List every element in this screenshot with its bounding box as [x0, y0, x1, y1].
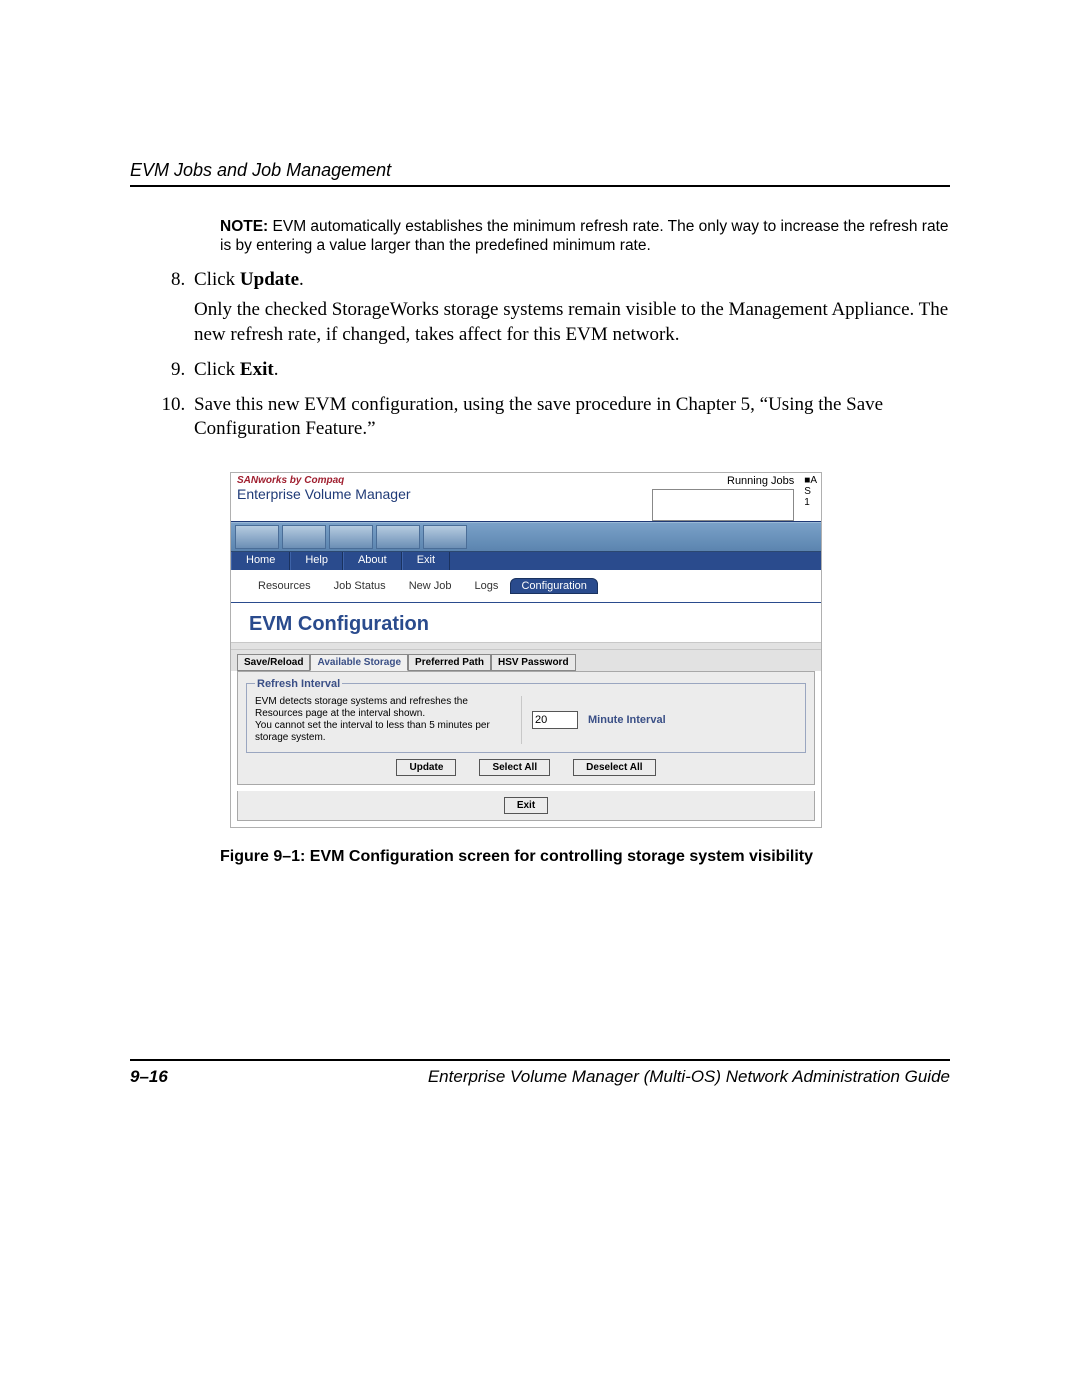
footer-row: 9–16 Enterprise Volume Manager (Multi-OS…	[130, 1067, 950, 1087]
tab-resources[interactable]: Resources	[247, 578, 322, 594]
subtab-available-storage[interactable]: Available Storage	[310, 654, 408, 671]
pane-title: EVM Configuration	[231, 602, 821, 642]
corner-l3: 1	[804, 497, 817, 508]
corner-l2: S	[804, 486, 817, 497]
menu-exit[interactable]: Exit	[402, 552, 450, 570]
exit-box: Exit	[237, 791, 815, 821]
step-9: Click Exit.	[190, 358, 950, 383]
exit-row: Exit	[238, 791, 814, 820]
interval-label: Minute Interval	[588, 714, 666, 726]
tab-new-job[interactable]: New Job	[398, 578, 463, 594]
exit-button[interactable]: Exit	[504, 797, 548, 814]
page: EVM Jobs and Job Management NOTE: EVM au…	[0, 0, 1080, 1397]
step-8: Click Update. Only the checked StorageWo…	[190, 268, 950, 348]
refresh-legend: Refresh Interval	[255, 678, 342, 690]
brand-line1: SANworks by Compaq	[237, 475, 411, 486]
step-list: Click Update. Only the checked StorageWo…	[190, 268, 950, 442]
tab-job-status[interactable]: Job Status	[323, 578, 397, 594]
note-text: EVM automatically establishes the minimu…	[220, 218, 949, 254]
corner-l1: ■A	[804, 475, 817, 486]
brand-line2: Enterprise Volume Manager	[237, 486, 411, 502]
menu-bar: Home Help About Exit	[231, 552, 821, 570]
footer: 9–16 Enterprise Volume Manager (Multi-OS…	[130, 1059, 950, 1087]
button-row: Update Select All Deselect All	[246, 753, 806, 776]
step-8-sub: Only the checked StorageWorks storage sy…	[194, 298, 950, 347]
step-8-bold: Update	[240, 269, 299, 290]
select-all-button[interactable]: Select All	[479, 759, 550, 776]
config-subtabs: Save/ReloadAvailable StoragePreferred Pa…	[231, 650, 821, 671]
subtab-preferred-path[interactable]: Preferred Path	[408, 654, 491, 671]
running-jobs-box	[652, 489, 794, 521]
brand-block: SANworks by Compaq Enterprise Volume Man…	[231, 473, 417, 502]
subtab-hsv-password[interactable]: HSV Password	[491, 654, 576, 671]
step-8-text-a: Click	[194, 269, 240, 290]
shot-top-bar: SANworks by Compaq Enterprise Volume Man…	[231, 473, 821, 522]
note-label: NOTE:	[220, 218, 268, 235]
refresh-description: EVM detects storage systems and refreshe…	[255, 696, 522, 744]
refresh-row: EVM detects storage systems and refreshe…	[255, 696, 797, 744]
running-jobs-block: Running Jobs	[652, 473, 800, 521]
menu-home[interactable]: Home	[231, 552, 290, 570]
step-10: Save this new EVM configuration, using t…	[190, 393, 950, 442]
deselect-all-button[interactable]: Deselect All	[573, 759, 655, 776]
footer-rule	[130, 1059, 950, 1061]
tab-logs[interactable]: Logs	[464, 578, 510, 594]
subtab-save-reload[interactable]: Save/Reload	[237, 654, 310, 671]
divider	[231, 642, 821, 650]
step-9-bold: Exit	[240, 359, 274, 380]
figure-caption: Figure 9–1: EVM Configuration screen for…	[220, 848, 950, 866]
update-button[interactable]: Update	[396, 759, 456, 776]
interval-input[interactable]	[532, 711, 578, 729]
menu-about[interactable]: About	[343, 552, 402, 570]
menu-help[interactable]: Help	[290, 552, 343, 570]
page-number: 9–16	[130, 1067, 168, 1087]
running-jobs-label: Running Jobs	[727, 475, 794, 487]
embedded-screenshot: SANworks by Compaq Enterprise Volume Man…	[230, 472, 822, 828]
corner-symbols: ■A S 1	[800, 473, 821, 508]
step-9-text-c: .	[274, 359, 279, 380]
footer-doc-title: Enterprise Volume Manager (Multi-OS) Net…	[428, 1067, 950, 1087]
header-rule	[130, 185, 950, 187]
refresh-interval-fieldset: Refresh Interval EVM detects storage sys…	[246, 678, 806, 753]
running-header: EVM Jobs and Job Management	[130, 160, 950, 181]
toolbar-tabs: Resources Job Status New Job Logs Config…	[231, 570, 821, 602]
menu-filler	[450, 552, 821, 570]
note-block: NOTE: EVM automatically establishes the …	[220, 217, 950, 256]
tab-configuration[interactable]: Configuration	[510, 578, 597, 594]
config-box: Refresh Interval EVM detects storage sys…	[237, 671, 815, 785]
step-8-text-c: .	[299, 269, 304, 290]
image-strip	[231, 522, 821, 552]
step-9-text-a: Click	[194, 359, 240, 380]
